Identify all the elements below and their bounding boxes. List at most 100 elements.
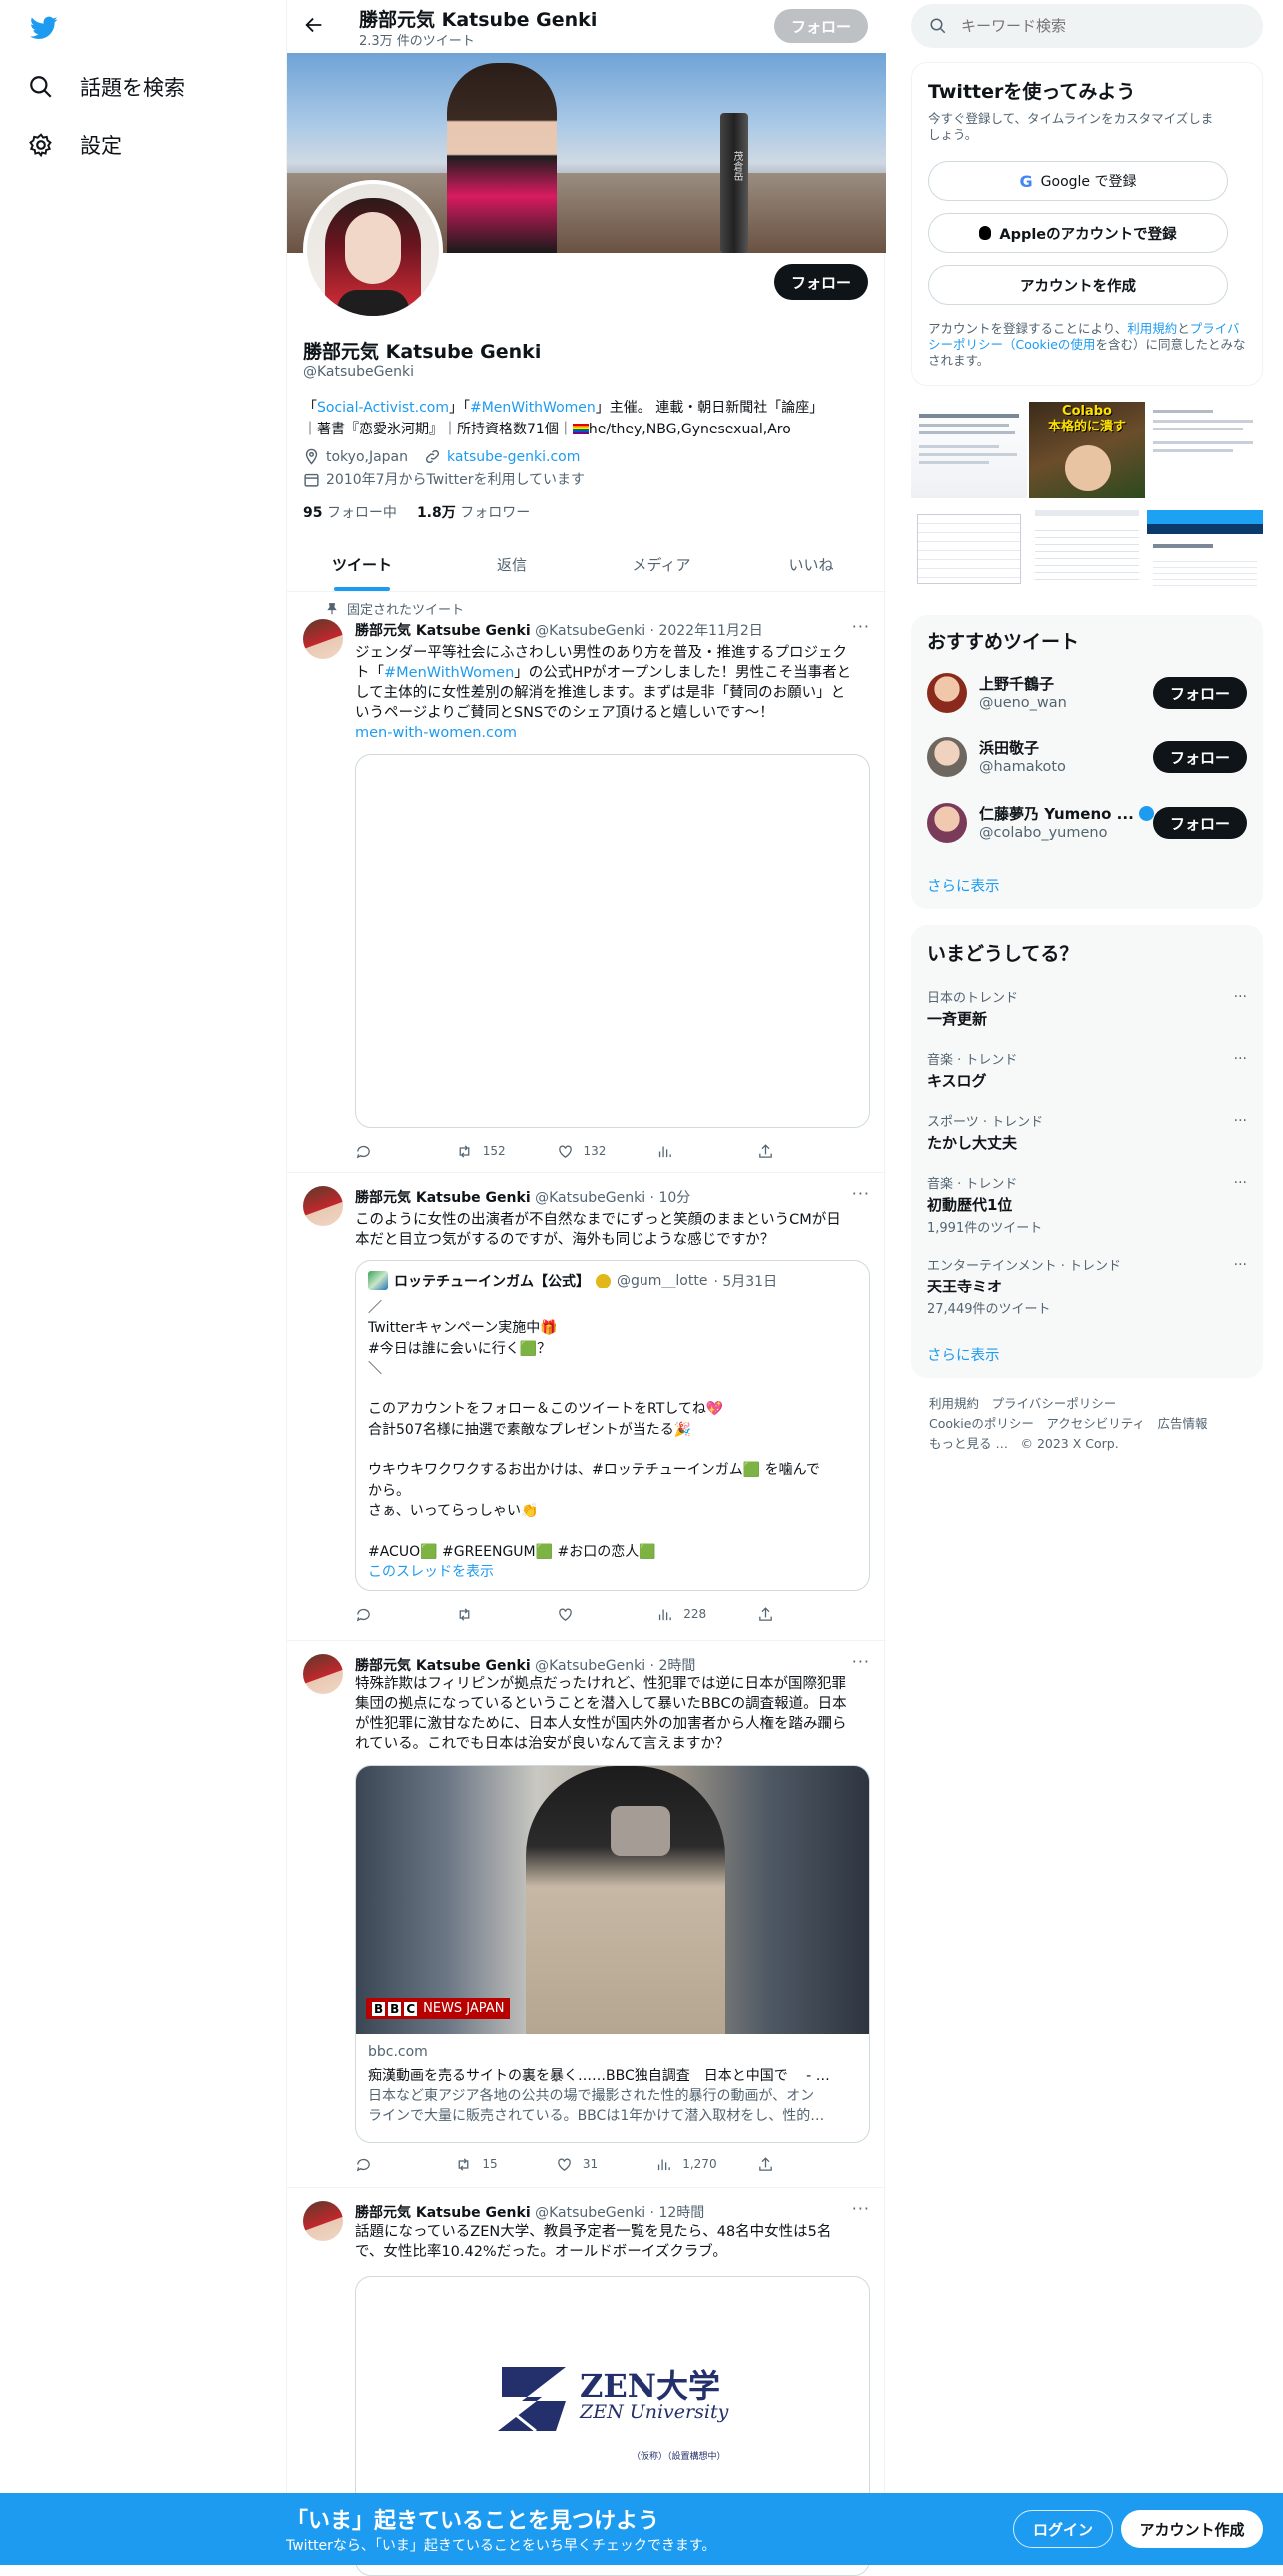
verified-icon	[1139, 806, 1155, 821]
suggested-user[interactable]: 浜田敬子 @hamakoto フォロー	[927, 735, 1247, 783]
avatar[interactable]	[303, 2201, 343, 2241]
search-input[interactable]	[961, 17, 1241, 35]
more-icon[interactable]: ···	[852, 617, 870, 636]
footer-links-3[interactable]: もっと見る … © 2023 X Corp.	[929, 1434, 1208, 1454]
google-signup-button[interactable]: G Google で登録	[928, 161, 1228, 201]
share-button[interactable]	[757, 1604, 774, 1624]
like-button[interactable]	[557, 1604, 617, 1624]
login-button[interactable]: ログイン	[1013, 2510, 1113, 2548]
heart-icon	[558, 2158, 571, 2171]
share-button[interactable]	[757, 2154, 774, 2174]
follow-button[interactable]: フォロー	[1153, 677, 1247, 709]
tweet-text: 特殊詐欺はフィリピンが拠点だったけれど、性犯罪では逆に日本が国際犯罪 集団の拠点…	[355, 1676, 847, 1752]
follow-button[interactable]: フォロー	[1153, 741, 1247, 773]
media-thumb-4[interactable]	[911, 500, 1027, 597]
views-button[interactable]: 228	[656, 1604, 716, 1624]
retweet-button[interactable]: 152	[456, 1141, 516, 1161]
link-card-empty[interactable]	[355, 754, 870, 1128]
nav-explore[interactable]: 話題を検索	[28, 72, 185, 102]
reply-icon	[356, 1608, 370, 1621]
apple-signup-button[interactable]: Appleのアカウントで登録	[928, 213, 1228, 253]
media-thumb-6[interactable]	[1147, 500, 1263, 597]
bio-link-social-activist[interactable]: Social-Activist.com	[317, 400, 449, 416]
trend-item[interactable]: スポーツ · トレンド たかし大丈夫 ···	[927, 1111, 1247, 1153]
nav-settings[interactable]: 設定	[28, 130, 122, 160]
trend-item[interactable]: 日本のトレンド 一斉更新 ···	[927, 987, 1247, 1029]
share-button[interactable]	[757, 1141, 774, 1161]
terms-link[interactable]: 利用規約	[1127, 321, 1177, 336]
tab-tweets[interactable]: ツイート	[287, 537, 437, 591]
show-thread-link[interactable]: このスレッドを表示	[368, 1561, 494, 1581]
bio-link-menwithwomen[interactable]: #MenWithWomen	[470, 400, 596, 416]
quote-tweet[interactable]: ロッテチューインガム【公式】 @gum__lotte · 5月31日 ／ Twi…	[355, 1260, 870, 1591]
quote-avatar	[368, 1271, 388, 1290]
profile-follow-button[interactable]: フォロー	[774, 264, 868, 300]
search-box[interactable]	[911, 4, 1263, 48]
signup-button[interactable]: アカウント作成	[1121, 2510, 1263, 2548]
like-button[interactable]: 31	[556, 2154, 616, 2174]
recommended-title: おすすめツイート	[927, 631, 1080, 653]
profile-avatar[interactable]	[303, 180, 443, 320]
more-icon[interactable]: ···	[1234, 989, 1247, 1005]
media-thumb-5[interactable]	[1029, 500, 1145, 597]
trend-item[interactable]: エンターテインメント · トレンド 天王寺ミオ 27,449件のツイート ···	[927, 1255, 1247, 1317]
retweet-button[interactable]: 15	[455, 2154, 515, 2174]
profile-location: tokyo,Japan katsube-genki.com	[303, 448, 580, 465]
footer-links-1[interactable]: 利用規約 プライバシーポリシー	[929, 1394, 1208, 1414]
tab-likes[interactable]: いいね	[736, 537, 886, 591]
link-card-bbc[interactable]: B B C NEWS JAPAN bbc.com 痴漢動画を売るサイトの裏を暴く…	[355, 1765, 870, 2143]
recommended-more-link[interactable]: さらに表示	[927, 875, 1000, 896]
trend-item[interactable]: 音楽 · トレンド 初動歴代1位 1,991件のツイート ···	[927, 1173, 1247, 1236]
header-follow-button[interactable]: フォロー	[774, 9, 868, 43]
media-thumb-2-text: Colabo 本格的に潰す	[1047, 404, 1126, 434]
following-stat[interactable]: 95 フォロー中	[303, 502, 397, 522]
tab-media[interactable]: メディア	[587, 537, 736, 591]
hashtag-link[interactable]: #MenWithWomen	[384, 665, 514, 681]
more-icon[interactable]: ···	[1234, 1175, 1247, 1191]
retweet-button[interactable]	[456, 1604, 516, 1624]
suggested-user[interactable]: 仁藤夢乃 Yumeno ... @colabo_yumeno フォロー	[927, 801, 1247, 849]
footer-links-2[interactable]: Cookieのポリシー アクセシビリティ 広告情報	[929, 1414, 1208, 1434]
apple-icon	[979, 226, 992, 240]
more-icon[interactable]: ···	[852, 1652, 870, 1671]
views-button[interactable]	[656, 1141, 716, 1161]
avatar[interactable]	[303, 619, 343, 659]
reply-button[interactable]	[355, 2154, 415, 2174]
reply-button[interactable]	[355, 1141, 415, 1161]
twitter-logo-icon[interactable]	[28, 14, 62, 44]
create-account-button[interactable]: アカウントを作成	[928, 265, 1228, 305]
quote-header: ロッテチューインガム【公式】 @gum__lotte · 5月31日	[368, 1271, 777, 1290]
back-arrow-icon[interactable]	[303, 14, 325, 40]
tweet-header: 勝部元気 Katsube Genki @KatsubeGenki · 2時間	[355, 1658, 696, 1674]
more-icon[interactable]: ···	[1234, 1257, 1247, 1273]
avatar[interactable]	[303, 1186, 343, 1226]
more-icon[interactable]: ···	[852, 2199, 870, 2218]
like-button[interactable]: 132	[557, 1141, 617, 1161]
tweet-pinned[interactable]: 固定されたツイート 勝部元気 Katsube Genki @KatsubeGen…	[287, 593, 886, 1173]
more-icon[interactable]: ···	[1234, 1051, 1247, 1067]
views-button[interactable]: 1,270	[655, 2154, 717, 2174]
trend-item[interactable]: 音楽 · トレンド キスログ ···	[927, 1049, 1247, 1091]
followers-stat[interactable]: 1.8万 フォロワー	[417, 502, 530, 522]
bar-chart-icon	[658, 2159, 671, 2170]
share-icon	[759, 2156, 772, 2171]
retweet-icon	[459, 2157, 469, 2171]
suggested-user[interactable]: 上野千鶴子 @ueno_wan フォロー	[927, 671, 1247, 719]
profile-website-link[interactable]: katsube-genki.com	[447, 449, 580, 465]
tweet-url-link[interactable]: men-with-women.com	[355, 725, 517, 741]
pin-icon	[327, 602, 337, 614]
tweet-2[interactable]: 勝部元気 Katsube Genki @KatsubeGenki · 10分 ·…	[287, 1174, 886, 1641]
avatar[interactable]	[303, 1654, 343, 1694]
tweet-3[interactable]: 勝部元気 Katsube Genki @KatsubeGenki · 2時間 ·…	[287, 1642, 886, 2188]
reply-button[interactable]	[355, 1604, 415, 1624]
signup-terms: アカウントを登録することにより、利用規約とプライバシーポリシー（Cookieの使…	[928, 321, 1246, 368]
media-thumb-2[interactable]: Colabo 本格的に潰す	[1029, 402, 1145, 498]
tab-replies[interactable]: 返信	[437, 537, 587, 591]
media-thumb-3[interactable]	[1147, 402, 1263, 498]
trends-more-link[interactable]: さらに表示	[927, 1344, 1000, 1365]
heart-icon	[558, 1145, 572, 1158]
follow-button[interactable]: フォロー	[1153, 807, 1247, 839]
media-thumb-1[interactable]	[911, 402, 1027, 498]
more-icon[interactable]: ···	[852, 1184, 870, 1203]
more-icon[interactable]: ···	[1234, 1113, 1247, 1129]
